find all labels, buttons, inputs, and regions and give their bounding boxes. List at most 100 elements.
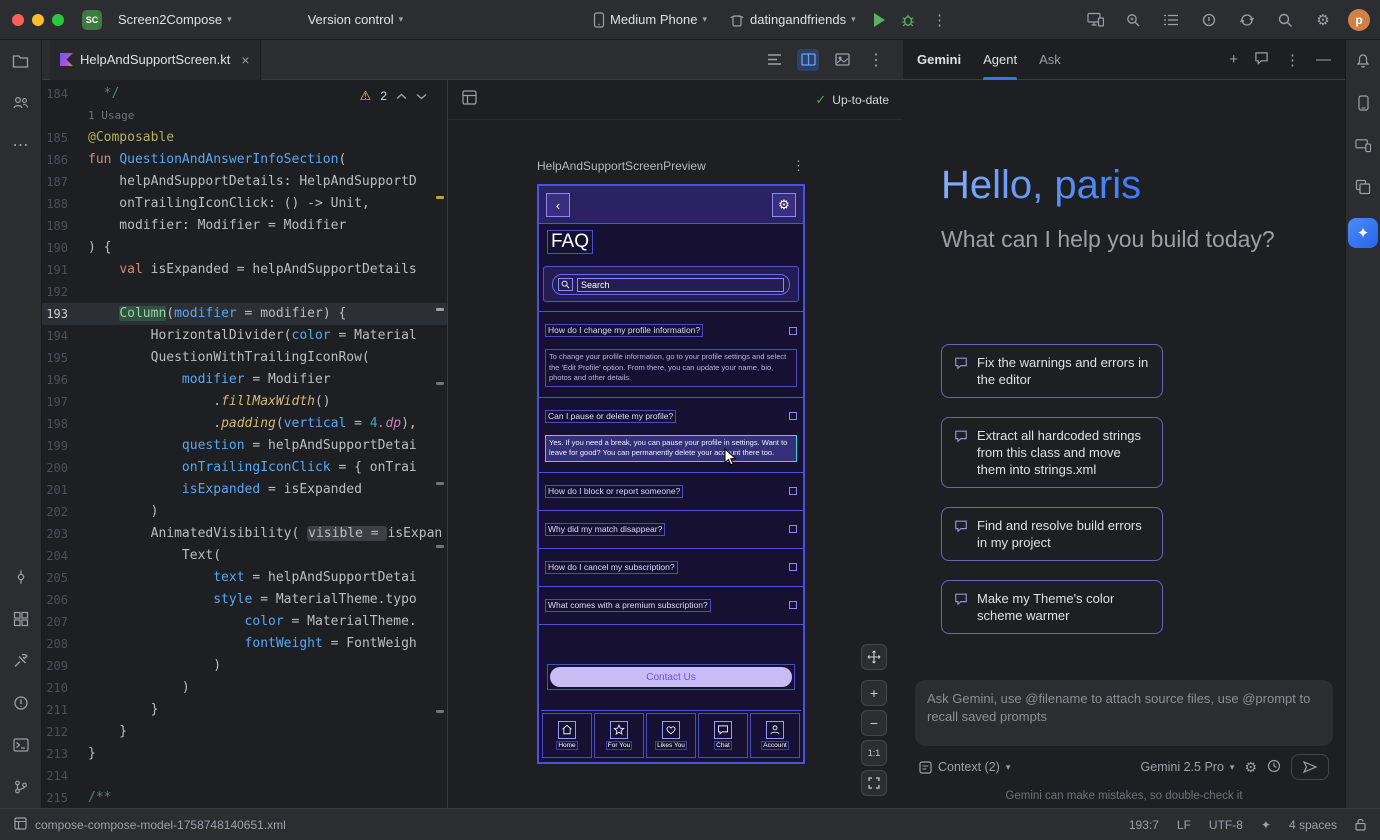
device-manager-icon[interactable] xyxy=(1352,134,1374,156)
gemini-settings-icon[interactable]: ⚙ xyxy=(1244,759,1257,776)
editor-tab[interactable]: HelpAndSupportScreen.kt × xyxy=(50,40,261,80)
device-mirroring-icon[interactable] xyxy=(1082,7,1108,33)
split-view-icon[interactable] xyxy=(797,49,819,71)
zoom-in-button[interactable]: + xyxy=(861,680,887,706)
faq-question-row[interactable]: What comes with a premium subscription? xyxy=(539,587,803,624)
build-tool-icon[interactable] xyxy=(10,650,32,672)
nav-item-home[interactable]: Home xyxy=(542,713,592,758)
faq-question-row[interactable]: Can I pause or delete my profile? xyxy=(539,398,803,435)
model-selector[interactable]: Gemini 2.5 Pro ▾ xyxy=(1141,760,1235,774)
file-encoding[interactable]: UTF-8 xyxy=(1209,818,1243,832)
zoom-to-fit-button[interactable] xyxy=(861,770,887,796)
code-editor-pane[interactable]: 184 */1 Usage185@Composable186fun Questi… xyxy=(42,80,448,808)
chat-history-icon[interactable] xyxy=(1254,51,1269,69)
tab-ask[interactable]: Ask xyxy=(1039,40,1061,80)
faq-question-row[interactable]: How do I block or report someone? xyxy=(539,473,803,510)
gemini-suggestion-card[interactable]: Fix the warnings and errors in the edito… xyxy=(941,344,1163,398)
device-selector[interactable]: Medium Phone ▾ xyxy=(585,8,715,32)
run-configuration-selector[interactable]: datingandfriends ▾ xyxy=(721,8,864,31)
back-button[interactable]: ‹ xyxy=(546,193,570,217)
send-button[interactable] xyxy=(1291,754,1329,780)
error-stripe-mark[interactable] xyxy=(436,482,444,485)
nav-item-person[interactable]: Account xyxy=(750,713,800,758)
nav-item-heart[interactable]: Likes You xyxy=(646,713,696,758)
pan-tool-button[interactable] xyxy=(861,644,887,670)
gemini-tool-icon[interactable]: ✦ xyxy=(1348,218,1378,248)
more-run-actions-icon[interactable]: ⋮ xyxy=(927,7,953,33)
expand-toggle-icon[interactable] xyxy=(789,327,797,335)
gemini-prompt-input[interactable]: Ask Gemini, use @filename to attach sour… xyxy=(915,680,1333,746)
zoom-ratio-button[interactable]: 1:1 xyxy=(861,740,887,766)
preview-layout-icon[interactable] xyxy=(462,90,477,110)
line-separator[interactable]: LF xyxy=(1177,818,1191,832)
notifications-bell-icon[interactable] xyxy=(1352,50,1374,72)
faq-question-row[interactable]: How do I cancel my subscription? xyxy=(539,549,803,586)
more-tool-windows-icon[interactable]: ⋯ xyxy=(10,134,32,156)
running-devices-icon[interactable] xyxy=(1352,92,1374,114)
preview-sync-status[interactable]: ✓ Up-to-date xyxy=(815,92,889,108)
project-menu[interactable]: Screen2Compose ▾ xyxy=(110,8,240,31)
project-tool-icon[interactable] xyxy=(10,50,32,72)
error-stripe-mark[interactable] xyxy=(436,545,444,548)
code-area[interactable]: 184 */1 Usage185@Composable186fun Questi… xyxy=(42,80,447,808)
gradle-sync-icon[interactable] xyxy=(1234,7,1260,33)
hide-panel-icon[interactable]: — xyxy=(1316,51,1331,68)
inspection-widget[interactable]: ⚠ 2 xyxy=(360,88,427,104)
expand-toggle-icon[interactable] xyxy=(789,487,797,495)
preview-canvas[interactable]: HelpAndSupportScreenPreview ⋮ ‹ ⚙ FAQ xyxy=(448,120,903,808)
context-chip[interactable]: Context (2) ▾ xyxy=(919,760,1010,774)
preview-name[interactable]: HelpAndSupportScreenPreview xyxy=(537,159,706,173)
design-view-icon[interactable] xyxy=(831,49,853,71)
maximize-window-button[interactable] xyxy=(52,14,64,26)
expand-toggle-icon[interactable] xyxy=(789,412,797,420)
search-icon[interactable] xyxy=(1272,7,1298,33)
next-warning-icon[interactable] xyxy=(416,89,427,103)
expand-toggle-icon[interactable] xyxy=(789,525,797,533)
commit-tool-icon[interactable] xyxy=(10,566,32,588)
panel-options-icon[interactable]: ⋮ xyxy=(1285,51,1300,69)
tab-agent[interactable]: Agent xyxy=(983,40,1017,80)
nav-item-star[interactable]: For You xyxy=(594,713,644,758)
ai-assistant-status-icon[interactable]: ✦ xyxy=(1261,818,1271,832)
error-stripe-mark[interactable] xyxy=(436,710,444,713)
expand-toggle-icon[interactable] xyxy=(789,601,797,609)
settings-gear-button[interactable]: ⚙ xyxy=(772,193,796,217)
status-file-name[interactable]: compose-compose-model-1758748140651.xml xyxy=(35,818,286,832)
phone-preview-frame[interactable]: ‹ ⚙ FAQ Search xyxy=(537,184,805,764)
vcs-menu[interactable]: Version control ▾ xyxy=(300,8,412,31)
ai-actions-icon[interactable] xyxy=(1120,7,1146,33)
user-avatar[interactable]: p xyxy=(1348,9,1370,31)
error-stripe-mark[interactable] xyxy=(436,196,444,199)
close-tab-icon[interactable]: × xyxy=(241,52,249,68)
gemini-suggestion-card[interactable]: Make my Theme's color scheme warmer xyxy=(941,580,1163,634)
faq-question-row[interactable]: Why did my match disappear? xyxy=(539,511,803,548)
gemini-suggestion-card[interactable]: Find and resolve build errors in my proj… xyxy=(941,507,1163,561)
todo-list-icon[interactable] xyxy=(1158,7,1184,33)
contact-us-button[interactable]: Contact Us xyxy=(550,667,792,687)
indent-setting[interactable]: 4 spaces xyxy=(1289,818,1337,832)
terminal-tool-icon[interactable] xyxy=(10,734,32,756)
faq-question-row[interactable]: How do I change my profile information? xyxy=(539,312,803,349)
caret-position[interactable]: 193:7 xyxy=(1129,818,1159,832)
previous-warning-icon[interactable] xyxy=(396,89,407,103)
structure-tool-icon[interactable] xyxy=(10,92,32,114)
version-control-tool-icon[interactable] xyxy=(10,776,32,798)
error-stripe-mark[interactable] xyxy=(436,308,444,311)
editor-options-icon[interactable]: ⋮ xyxy=(865,49,887,71)
preview-options-icon[interactable]: ⋮ xyxy=(792,158,805,174)
write-access-lock-icon[interactable] xyxy=(1355,818,1366,831)
gemini-suggestion-card[interactable]: Extract all hardcoded strings from this … xyxy=(941,417,1163,488)
error-stripe-mark[interactable] xyxy=(436,382,444,385)
app-insights-icon[interactable] xyxy=(1196,7,1222,33)
expand-toggle-icon[interactable] xyxy=(789,563,797,571)
run-button[interactable] xyxy=(874,13,885,27)
search-input[interactable]: Search xyxy=(577,278,784,292)
settings-gear-icon[interactable]: ⚙ xyxy=(1310,7,1336,33)
zoom-out-button[interactable]: − xyxy=(861,710,887,736)
nav-item-chat[interactable]: Chat xyxy=(698,713,748,758)
close-window-button[interactable] xyxy=(12,14,24,26)
new-chat-icon[interactable]: + xyxy=(1229,51,1238,68)
code-view-icon[interactable] xyxy=(763,49,785,71)
history-clock-icon[interactable] xyxy=(1267,759,1281,776)
packages-tool-icon[interactable] xyxy=(10,608,32,630)
